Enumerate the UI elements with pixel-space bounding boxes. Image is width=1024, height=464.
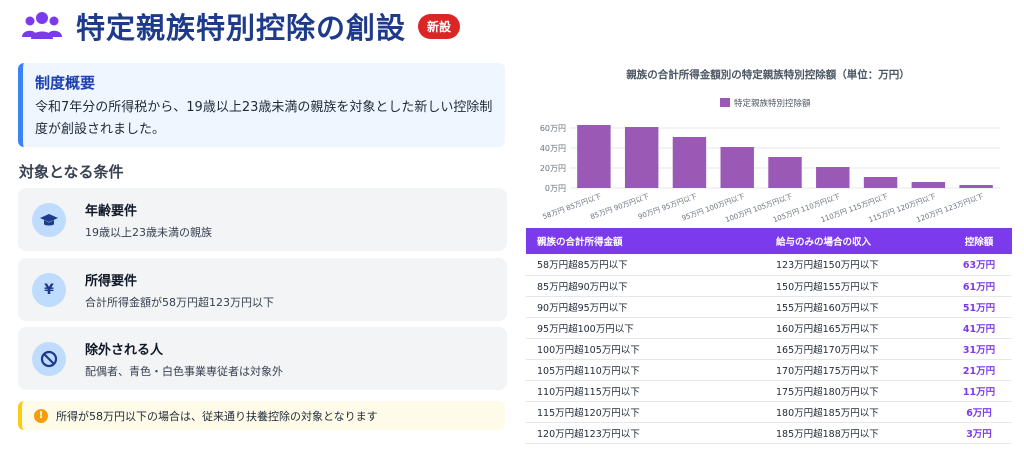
table-cell: 105万円超110万円以下 [526, 359, 776, 381]
condition-card-income: ¥ 所得要件 合計所得金額が58万円超123万円以下 [18, 258, 507, 321]
table-cell: 175万円超180万円以下 [776, 380, 946, 402]
table-cell: 3万円 [946, 422, 1012, 444]
legend-label[interactable]: 特定親族特別控除額 [734, 98, 811, 109]
table-cell: 185万円超188万円以下 [776, 422, 946, 444]
y-tick-label: 60万円 [540, 124, 566, 133]
table-header-income: 親族の合計所得金額 [526, 228, 776, 254]
table-row: 58万円超85万円以下 123万円超150万円以下 63万円 [526, 254, 1012, 276]
page-header: 特定親族特別控除の創設 新設 [20, 6, 461, 46]
table-cell: 165万円超170万円以下 [776, 338, 946, 360]
table-cell: 6万円 [946, 401, 1012, 423]
condition-card-age: 年齢要件 19歳以上23歳未満の親族 [18, 188, 507, 251]
page-title: 特定親族特別控除の創設 [76, 11, 407, 45]
table-cell: 100万円超105万円以下 [526, 338, 776, 360]
graduation-cap-icon [32, 202, 66, 237]
table-cell: 21万円 [946, 359, 1012, 381]
condition-card-excluded: 除外される人 配偶者、青色・白色事業専従者は対象外 [18, 327, 507, 390]
table-cell: 51万円 [946, 296, 1012, 318]
table-cell: 155万円超160万円以下 [776, 296, 946, 318]
table-row: 95万円超100万円以下 160万円超165万円以下 41万円 [526, 317, 1012, 339]
table-cell: 180万円超185万円以下 [776, 401, 946, 423]
table-header-row: 親族の合計所得金額 給与のみの場合の収入 控除額 [526, 228, 1012, 254]
conditions-title: 対象となる条件 [19, 163, 124, 181]
table-header-deduction: 控除額 [946, 228, 1012, 254]
table-row: 105万円超110万円以下 170万円超175万円以下 21万円 [526, 359, 1012, 381]
prohibited-icon [32, 341, 66, 376]
info-note: ! 所得が58万円以下の場合は、従来通り扶養控除の対象となります [18, 401, 505, 430]
table-cell: 11万円 [946, 380, 1012, 402]
condition-label: 所得要件 [85, 273, 138, 289]
table-cell: 123万円超150万円以下 [776, 254, 946, 276]
table-cell: 41万円 [946, 317, 1012, 339]
table-row: 100万円超105万円以下 165万円超170万円以下 31万円 [526, 338, 1012, 360]
table-cell: 90万円超95万円以下 [526, 296, 776, 318]
y-tick-label: 0万円 [545, 184, 566, 193]
table-header-salary: 給与のみの場合の収入 [776, 228, 946, 254]
table-row: 115万円超120万円以下 180万円超185万円以下 6万円 [526, 401, 1012, 423]
table-cell: 31万円 [946, 338, 1012, 360]
overview-line-2: 度が創設されました。 [35, 122, 166, 137]
table-cell: 61万円 [946, 275, 1012, 297]
note-text: 所得が58万円以下の場合は、従来通り扶養控除の対象となります [56, 409, 378, 423]
chart-bar[interactable] [672, 137, 707, 188]
condition-desc: 配偶者、青色・白色事業専従者は対象外 [85, 364, 283, 378]
table-cell: 110万円超115万円以下 [526, 380, 776, 402]
table-cell: 85万円超90万円以下 [526, 275, 776, 297]
table-row: 85万円超90万円以下 150万円超155万円以下 61万円 [526, 275, 1012, 297]
table-row: 110万円超115万円以下 175万円超180万円以下 11万円 [526, 380, 1012, 402]
chart-bar[interactable] [720, 147, 754, 188]
legend-swatch [720, 98, 730, 107]
table-cell: 120万円超123万円以下 [526, 422, 776, 444]
new-badge: 新設 [418, 13, 461, 39]
table-row: 90万円超95万円以下 155万円超160万円以下 51万円 [526, 296, 1012, 318]
table-cell: 63万円 [946, 254, 1012, 276]
overview-text: 令和7年分の所得税から、19歳以上23歳未満の親族を対象とした新しい控除制 度が… [35, 97, 493, 141]
table-cell: 115万円超120万円以下 [526, 401, 776, 423]
users-icon [20, 6, 64, 46]
table-cell: 58万円超85万円以下 [526, 254, 776, 276]
table-row: 120万円超123万円以下 185万円超188万円以下 3万円 [526, 422, 1012, 444]
y-tick-label: 40万円 [540, 144, 566, 153]
overview-line-1: 令和7年分の所得税から、19歳以上23歳未満の親族を対象とした新しい控除制 [35, 100, 493, 115]
chart-bar[interactable] [768, 157, 802, 188]
yen-icon: ¥ [32, 272, 66, 307]
chart-title: 親族の合計所得金額別の特定親族特別控除額（単位：万円） [626, 68, 910, 81]
chart-bar[interactable] [911, 182, 946, 188]
table-cell: 95万円超100万円以下 [526, 317, 776, 339]
table-cell: 150万円超155万円以下 [776, 275, 946, 297]
chart-bar[interactable] [863, 177, 898, 188]
table-cell: 160万円超165万円以下 [776, 317, 946, 339]
chart-bar[interactable] [816, 167, 850, 188]
chart-svg: 親族の合計所得金額別の特定親族特別控除額（単位：万円） 特定親族特別控除額 0万… [540, 68, 1000, 224]
condition-desc: 合計所得金額が58万円超123万円以下 [85, 295, 274, 309]
chart-bar[interactable] [577, 125, 611, 188]
deduction-chart: 親族の合計所得金額別の特定親族特別控除額（単位：万円） 特定親族特別控除額 0万… [524, 60, 1012, 226]
overview-title: 制度概要 [35, 74, 96, 92]
condition-label: 年齢要件 [85, 203, 138, 219]
chart-bar[interactable] [624, 127, 659, 188]
info-icon: ! [34, 408, 48, 423]
chart-bar[interactable] [959, 185, 993, 188]
overview-box: 制度概要 令和7年分の所得税から、19歳以上23歳未満の親族を対象とした新しい控… [18, 63, 505, 147]
table-cell: 170万円超175万円以下 [776, 359, 946, 381]
condition-desc: 19歳以上23歳未満の親族 [85, 225, 212, 239]
y-tick-label: 20万円 [540, 164, 566, 173]
deduction-table: 親族の合計所得金額 給与のみの場合の収入 控除額 58万円超85万円以下 123万… [526, 228, 1012, 444]
condition-label: 除外される人 [85, 342, 164, 358]
